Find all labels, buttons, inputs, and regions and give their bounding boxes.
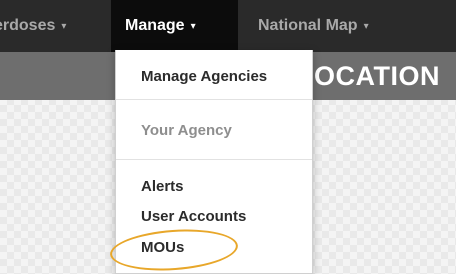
top-navbar: erdoses ▾ Manage ▾ National Map ▾ xyxy=(0,0,456,52)
caret-down-icon: ▾ xyxy=(190,20,196,32)
caret-down-icon: ▾ xyxy=(61,20,67,32)
menu-item-mous[interactable]: MOUs xyxy=(116,239,312,256)
caret-down-icon: ▾ xyxy=(363,20,369,32)
menu-divider xyxy=(116,159,312,160)
nav-manage[interactable]: Manage ▾ xyxy=(111,0,238,52)
nav-national-map-label: National Map xyxy=(258,17,358,34)
nav-manage-label: Manage xyxy=(125,17,185,34)
page-title: OCATION xyxy=(314,61,440,91)
nav-national-map[interactable]: National Map ▾ xyxy=(238,0,383,52)
menu-item-user-accounts[interactable]: User Accounts xyxy=(116,208,312,225)
manage-dropdown-menu: Manage Agencies Your Agency Alerts User … xyxy=(115,50,313,274)
nav-overdoses[interactable]: erdoses ▾ xyxy=(0,0,111,52)
menu-divider xyxy=(116,99,312,100)
menu-item-manage-agencies[interactable]: Manage Agencies xyxy=(116,68,312,85)
menu-item-your-agency[interactable]: Your Agency xyxy=(116,122,312,139)
nav-overdoses-label: erdoses xyxy=(0,17,56,34)
menu-item-alerts[interactable]: Alerts xyxy=(116,178,312,195)
